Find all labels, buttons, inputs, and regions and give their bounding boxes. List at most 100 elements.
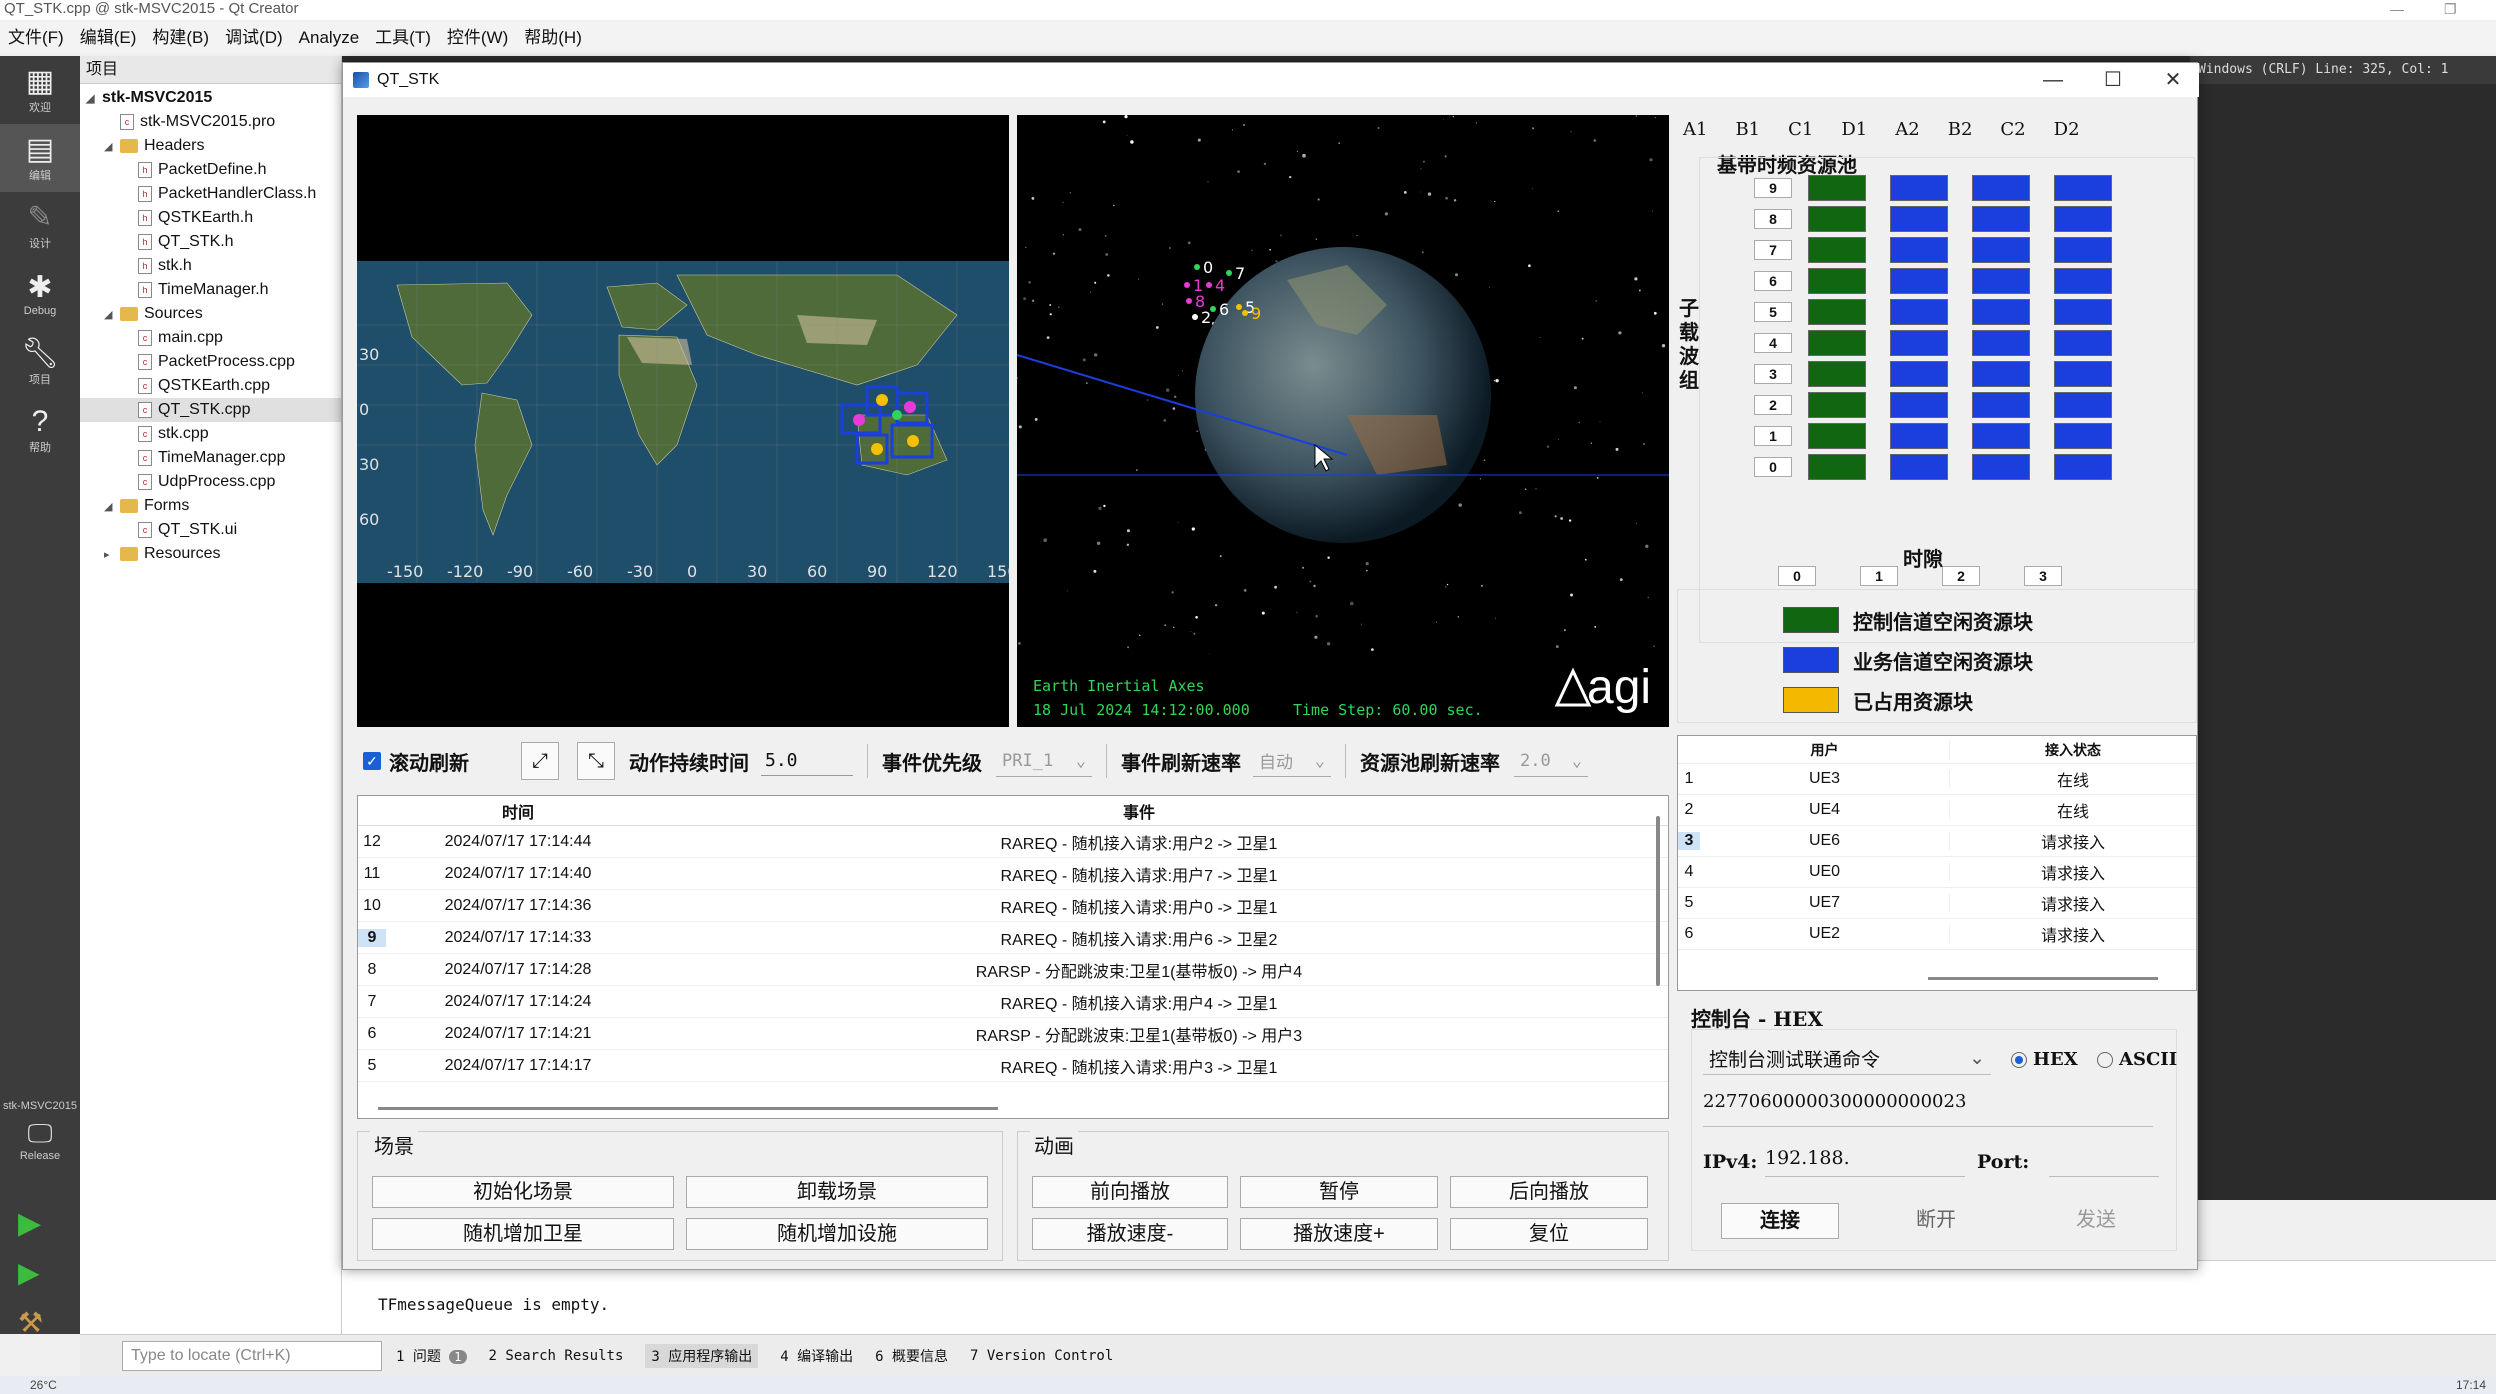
priority-select[interactable]: PRI_1 ⌄ <box>996 745 1092 777</box>
mode-edit[interactable]: ▤ 编辑 <box>0 124 80 192</box>
duration-input[interactable]: 5.0 <box>761 746 853 776</box>
menu-analyze[interactable]: Analyze <box>299 22 359 54</box>
menu-debug[interactable]: 调试(D) <box>225 22 283 54</box>
tree-file[interactable]: c main.cpp <box>80 326 341 350</box>
locator-input[interactable]: Type to locate (Ctrl+K) <box>122 1340 382 1371</box>
expand-button[interactable]: ⤢ <box>521 742 559 780</box>
mode-projects[interactable]: 🔧︎ 项目 <box>0 328 80 396</box>
expand-arrow-icon[interactable]: ◢ <box>104 495 120 518</box>
event-scrollbar-v[interactable] <box>1656 816 1660 986</box>
tree-file[interactable]: h QSTKEarth.h <box>80 206 341 230</box>
tree-folder[interactable]: ◢ Sources <box>80 302 341 326</box>
tree-file[interactable]: c QSTKEarth.cpp <box>80 374 341 398</box>
run-icon[interactable]: ▶ <box>18 1206 41 1241</box>
tree-file[interactable]: ◢ stk-MSVC2015 <box>80 86 341 110</box>
board-tab-a2[interactable]: A2 <box>1895 119 1919 140</box>
tree-file[interactable]: h stk.h <box>80 254 341 278</box>
qt-minimize-icon[interactable]: — <box>2023 63 2083 97</box>
qt-close-icon[interactable]: ✕ <box>2143 63 2203 97</box>
port-input[interactable] <box>2049 1147 2159 1177</box>
backward-play-button[interactable]: 后向播放 <box>1450 1176 1648 1208</box>
tree-folder[interactable]: ▸ Resources <box>80 542 341 566</box>
faster-button[interactable]: 播放速度+ <box>1240 1218 1438 1250</box>
expand-arrow-icon[interactable]: ◢ <box>86 87 102 110</box>
tree-file[interactable]: c stk-MSVC2015.pro <box>80 110 341 134</box>
user-scrollbar-h[interactable] <box>1928 977 2158 980</box>
reset-button[interactable]: 复位 <box>1450 1218 1648 1250</box>
user-row[interactable]: 2 UE4 在线 <box>1678 795 2196 826</box>
menu-widgets[interactable]: 控件(W) <box>447 22 508 54</box>
tab-search-results[interactable]: 2 Search Results <box>489 1348 624 1364</box>
menu-build[interactable]: 构建(B) <box>152 22 209 54</box>
add-facility-button[interactable]: 随机增加设施 <box>686 1218 988 1250</box>
pool-rate-select[interactable]: 2.0 ⌄ <box>1514 745 1588 777</box>
qt-maximize-icon[interactable]: ☐ <box>2083 63 2143 97</box>
menu-tools[interactable]: 工具(T) <box>375 22 431 54</box>
maximize-icon[interactable]: ❐ <box>2444 0 2457 18</box>
ascii-radio[interactable]: ASCII <box>2097 1049 2177 1070</box>
hex-radio[interactable]: HEX <box>2011 1049 2078 1070</box>
mode-welcome[interactable]: ▦ 欢迎 <box>0 56 80 124</box>
user-row[interactable]: 3 UE6 请求接入 <box>1678 826 2196 857</box>
event-scrollbar-h[interactable] <box>378 1107 998 1110</box>
event-table[interactable]: 时间 事件 12 2024/07/17 17:14:44 RAREQ - 随机接入请… <box>357 795 1669 1119</box>
menu-edit[interactable]: 编辑(E) <box>80 22 137 54</box>
satellite-marker[interactable]: 4 <box>1206 276 1225 295</box>
tree-file[interactable]: c stk.cpp <box>80 422 341 446</box>
satellite-marker[interactable]: 7 <box>1226 264 1245 283</box>
collapse-button[interactable]: ⤡ <box>577 742 615 780</box>
add-satellite-button[interactable]: 随机增加卫星 <box>372 1218 674 1250</box>
mode-debug[interactable]: ✱ Debug <box>0 260 80 328</box>
tab-compile-output[interactable]: 4 编译输出 <box>780 1346 853 1366</box>
board-tab-c1[interactable]: C1 <box>1788 119 1813 140</box>
user-row[interactable]: 4 UE0 请求接入 <box>1678 857 2196 888</box>
build-hammer-icon[interactable]: ⚒ <box>18 1306 43 1339</box>
expand-arrow-icon[interactable]: ◢ <box>104 135 120 158</box>
send-button[interactable]: 发送 <box>2037 1203 2155 1239</box>
pause-button[interactable]: 暂停 <box>1240 1176 1438 1208</box>
board-tab-c2[interactable]: C2 <box>2000 119 2025 140</box>
tree-folder[interactable]: ◢ Headers <box>80 134 341 158</box>
debug-run-icon[interactable]: ▶ <box>18 1256 40 1289</box>
tree-file[interactable]: h PacketDefine.h <box>80 158 341 182</box>
unload-scene-button[interactable]: 卸载场景 <box>686 1176 988 1208</box>
tree-file[interactable]: h TimeManager.h <box>80 278 341 302</box>
menu-file[interactable]: 文件(F) <box>8 22 64 54</box>
user-row[interactable]: 5 UE7 请求接入 <box>1678 888 2196 919</box>
disconnect-button[interactable]: 断开 <box>1877 1203 1995 1239</box>
expand-arrow-icon[interactable]: ◢ <box>104 303 120 326</box>
board-tab-b2[interactable]: B2 <box>1948 119 1973 140</box>
tree-file[interactable]: h QT_STK.h <box>80 230 341 254</box>
expand-arrow-icon[interactable]: ▸ <box>104 543 120 566</box>
tab-issues[interactable]: 1 问题 1 <box>396 1346 467 1366</box>
mode-help[interactable]: ? 帮助 <box>0 396 80 464</box>
board-tab-d1[interactable]: D1 <box>1841 119 1867 140</box>
event-row[interactable]: 8 2024/07/17 17:14:28 RARSP - 分配跳波束:卫星1(基带… <box>358 954 1668 986</box>
map-2d-view[interactable]: 30 0 30 60 -150 -120 -90 -60 -30 0 30 60 90 120 15… <box>357 115 1009 727</box>
event-row[interactable]: 11 2024/07/17 17:14:40 RAREQ - 随机接入请求:用户7 … <box>358 858 1668 890</box>
tab-app-output[interactable]: 3 应用程序输出 <box>645 1343 759 1368</box>
command-select[interactable]: 控制台测试联通命令 ⌄ <box>1703 1043 1991 1075</box>
mode-design[interactable]: ✎ 设计 <box>0 192 80 260</box>
tree-file[interactable]: c PacketProcess.cpp <box>80 350 341 374</box>
tree-file[interactable]: c QT_STK.cpp <box>80 398 341 422</box>
tab-version-control[interactable]: 7 Version Control <box>970 1348 1113 1364</box>
forward-play-button[interactable]: 前向播放 <box>1032 1176 1228 1208</box>
hex-input[interactable]: 22770600000300000000023 <box>1703 1091 2153 1127</box>
event-rate-select[interactable]: 自动 ⌄ <box>1253 745 1331 777</box>
board-tab-d2[interactable]: D2 <box>2054 119 2080 140</box>
user-row[interactable]: 1 UE3 在线 <box>1678 764 2196 795</box>
event-row[interactable]: 5 2024/07/17 17:14:17 RAREQ - 随机接入请求:用户3 -… <box>358 1050 1668 1082</box>
satellite-marker[interactable]: 0 <box>1194 258 1213 277</box>
menu-help[interactable]: 帮助(H) <box>524 22 582 54</box>
board-tab-b1[interactable]: B1 <box>1735 119 1760 140</box>
connect-button[interactable]: 连接 <box>1721 1203 1839 1239</box>
tree-file[interactable]: c QT_STK.ui <box>80 518 341 542</box>
tree-file[interactable]: c UdpProcess.cpp <box>80 470 341 494</box>
tree-folder[interactable]: ◢ Forms <box>80 494 341 518</box>
kit-selector[interactable]: 🖵 Release <box>0 1118 80 1162</box>
user-table[interactable]: 用户 接入状态 1 UE3 在线 2 UE4 在线 3 UE6 请求接入 4 UE0 请求接入 5 UE7… <box>1677 735 2197 991</box>
board-tab-a1[interactable]: A1 <box>1683 119 1707 140</box>
slower-button[interactable]: 播放速度- <box>1032 1218 1228 1250</box>
event-row[interactable]: 7 2024/07/17 17:14:24 RAREQ - 随机接入请求:用户4 -… <box>358 986 1668 1018</box>
